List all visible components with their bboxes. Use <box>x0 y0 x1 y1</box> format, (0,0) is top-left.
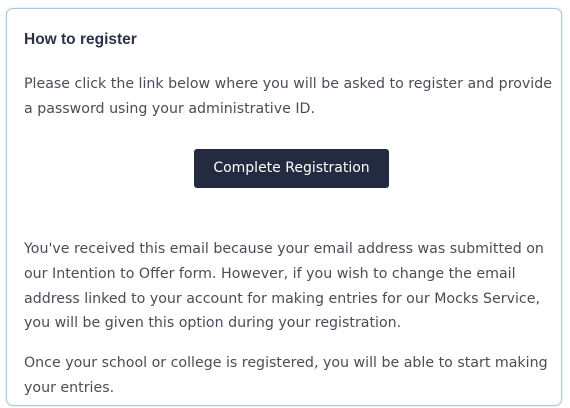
email-notice-paragraph: You've received this email because your … <box>24 241 544 332</box>
section-title: How to register <box>24 31 137 48</box>
complete-registration-button[interactable]: Complete Registration <box>194 149 389 188</box>
closing-paragraph: Once your school or college is registere… <box>24 355 548 396</box>
registration-card: How to register Please click the link be… <box>6 8 562 406</box>
intro-paragraph: Please click the link below where you wi… <box>24 76 552 117</box>
